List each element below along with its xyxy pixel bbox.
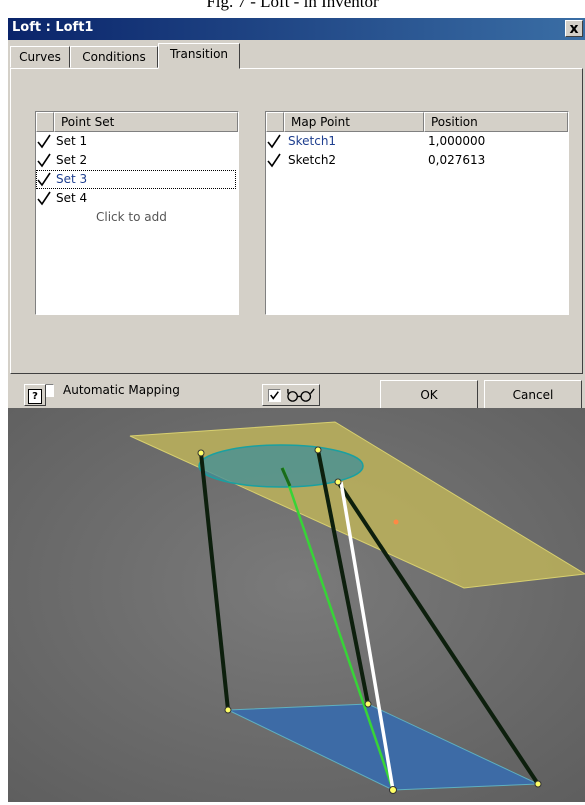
figure-caption: Fig. 7 - Loft - in Inventor bbox=[206, 0, 379, 11]
map-point-position[interactable]: 1,000000 bbox=[428, 132, 485, 151]
map-point-name: Sketch1 bbox=[288, 134, 337, 148]
map-point-name: Sketch2 bbox=[288, 153, 337, 167]
check-icon[interactable] bbox=[36, 170, 52, 189]
vertex-point[interactable] bbox=[314, 446, 322, 454]
preview-toggle[interactable] bbox=[262, 384, 320, 406]
point-set-header[interactable]: Point Set bbox=[54, 112, 238, 132]
position-header[interactable]: Position bbox=[424, 112, 568, 132]
tab-transition[interactable]: Transition bbox=[158, 43, 240, 69]
help-icon: ? bbox=[28, 389, 42, 404]
list-item[interactable]: Set 2 bbox=[36, 151, 236, 170]
list-item[interactable]: Set 1 bbox=[36, 132, 236, 151]
click-to-add[interactable]: Click to add bbox=[96, 208, 167, 227]
map-point-check-header bbox=[266, 112, 284, 132]
list-item-label: Set 1 bbox=[56, 134, 88, 148]
graphics-viewport[interactable] bbox=[8, 408, 585, 802]
check-icon[interactable] bbox=[36, 132, 52, 151]
vertex-point[interactable] bbox=[364, 700, 372, 708]
list-item-label: Set 3 bbox=[56, 172, 88, 186]
point-set-check-header bbox=[36, 112, 54, 132]
vertex-point[interactable] bbox=[224, 706, 232, 714]
glasses-icon bbox=[287, 388, 315, 402]
cancel-button[interactable]: Cancel bbox=[484, 380, 582, 410]
ok-button[interactable]: OK bbox=[380, 380, 478, 410]
table-row[interactable]: Sketch2 0,027613 bbox=[266, 151, 566, 170]
list-item-label: Set 4 bbox=[56, 191, 88, 205]
title-bar[interactable]: Loft : Loft1 x bbox=[8, 18, 585, 40]
vertex-point[interactable] bbox=[534, 780, 542, 788]
check-icon[interactable] bbox=[36, 189, 52, 208]
map-point-position[interactable]: 0,027613 bbox=[428, 151, 485, 170]
list-item-selected[interactable]: Set 3 bbox=[36, 170, 236, 189]
window-title: Loft : Loft1 bbox=[12, 20, 94, 35]
tab-conditions[interactable]: Conditions bbox=[70, 46, 158, 68]
help-button[interactable]: ? bbox=[24, 384, 46, 406]
preview-checkbox[interactable] bbox=[268, 389, 281, 402]
check-icon[interactable] bbox=[266, 151, 282, 170]
check-icon[interactable] bbox=[36, 151, 52, 170]
point-set-list[interactable]: Point Set Set 1 Set 2 Set 3 Set 4 Click … bbox=[35, 111, 239, 315]
automatic-mapping-label: Automatic Mapping bbox=[63, 383, 180, 397]
map-point-header[interactable]: Map Point bbox=[284, 112, 424, 132]
vertex-point[interactable] bbox=[334, 478, 342, 486]
vertex-point[interactable] bbox=[197, 449, 205, 457]
loft-dialog: Loft : Loft1 x Curves Conditions Transit… bbox=[8, 18, 585, 410]
plane-center-point bbox=[393, 519, 399, 525]
list-item-label: Set 2 bbox=[56, 153, 88, 167]
map-point-list[interactable]: Map Point Position Sketch1 1,000000 Sket… bbox=[265, 111, 569, 315]
vertex-point[interactable] bbox=[389, 786, 397, 794]
list-item[interactable]: Set 4 bbox=[36, 189, 236, 208]
tab-curves[interactable]: Curves bbox=[10, 46, 70, 68]
table-row[interactable]: Sketch1 1,000000 bbox=[266, 132, 566, 151]
transition-panel: Point Set Set 1 Set 2 Set 3 Set 4 Click … bbox=[10, 68, 583, 397]
check-icon[interactable] bbox=[266, 132, 282, 151]
loft-preview-svg[interactable] bbox=[8, 408, 585, 802]
check-icon bbox=[270, 391, 279, 400]
close-button[interactable]: x bbox=[565, 20, 583, 37]
